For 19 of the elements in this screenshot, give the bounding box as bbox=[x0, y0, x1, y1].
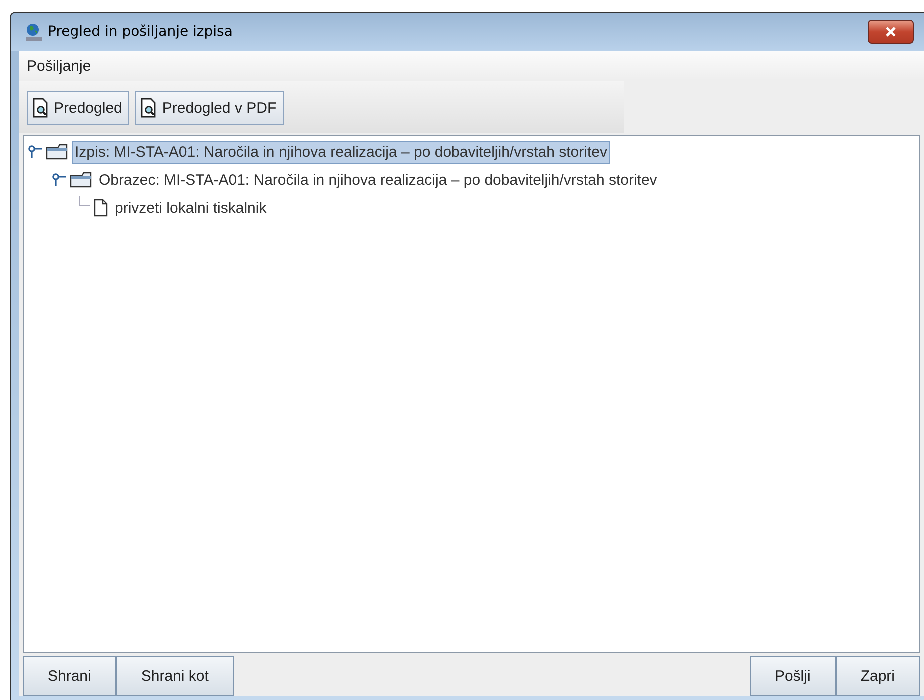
menu-item[interactable]: Pošiljanje bbox=[27, 58, 92, 74]
dialog-button[interactable]: Shrani kot bbox=[116, 656, 234, 696]
preview-button[interactable]: Predogled v PDF bbox=[135, 91, 284, 125]
dialog-button[interactable]: Pošlji bbox=[750, 656, 836, 696]
tree-item[interactable]: Obrazec: MI-STA-A01: Naročila in njihova realizacija – po dobaviteljih/vrstah storitev bbox=[96, 168, 660, 192]
tree-item[interactable]: Izpis: MI-STA-A01: Naročila in njihova realizacija – po dobaviteljih/vrstah storitev bbox=[72, 140, 610, 164]
dialog-button[interactable]: Zapri bbox=[836, 656, 920, 696]
dialog-button[interactable]: Shrani bbox=[23, 656, 116, 696]
close-icon bbox=[885, 27, 897, 37]
tree-item[interactable]: privzeti lokalni tiskalnik bbox=[112, 196, 270, 220]
window-title: Pregled in pošiljanje izpisa bbox=[48, 24, 234, 40]
document-magnifier-icon bbox=[140, 98, 158, 118]
close-button[interactable] bbox=[868, 20, 914, 44]
folder-icon bbox=[70, 172, 92, 188]
document-magnifier-icon bbox=[32, 98, 50, 118]
folder-icon bbox=[46, 144, 68, 160]
preview-button[interactable]: Predogled bbox=[27, 91, 130, 125]
globe-icon bbox=[24, 22, 44, 42]
document-icon bbox=[94, 199, 108, 217]
